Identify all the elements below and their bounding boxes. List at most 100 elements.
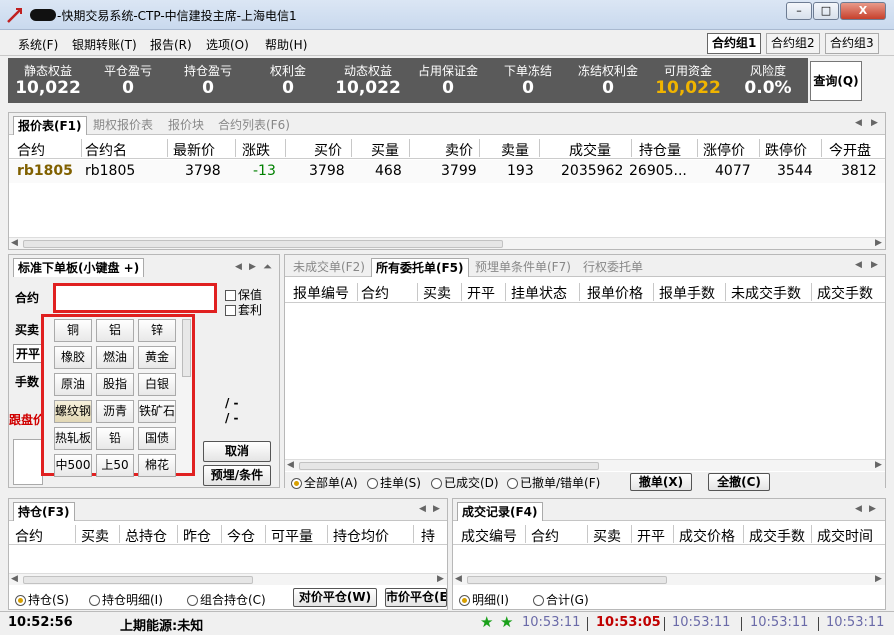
quote-header: 跌停价 [765,143,807,159]
order-tab-left-icon[interactable]: ◀ [235,262,242,272]
tab-contract-list[interactable]: 合约列表(F6) [214,116,294,135]
commodity-key[interactable]: 中500 [54,454,92,477]
positions-header: 买卖 [81,529,109,545]
orders-tab-right-icon[interactable]: ▶ [871,260,878,270]
positions-tabstrip: 持仓(F3) ◀ ▶ [9,499,447,521]
counter-price-close-button[interactable]: 对价平仓(W) [293,588,377,607]
orders-panel: 未成交单(F2) 所有委托单(F5) 预埋单条件单(F7) 行权委托单 ◀ ▶ … [284,254,886,491]
stat-premium: 权利金 0 [269,64,306,98]
keyboard-scrollbar[interactable] [182,319,191,377]
quote-header: 今开盘 [829,143,871,159]
tab-unfilled-orders[interactable]: 未成交单(F2) [289,258,369,277]
status-bar: 10:52:56 上期能源:未知 ★ ★ 10:53:11 10:53:05 1… [0,611,894,635]
commodity-key[interactable]: 橡胶 [54,346,92,369]
arbitrage-checkbox[interactable]: 套利 [225,301,262,318]
commodity-key[interactable]: 股指 [96,373,134,396]
positions-detail-radio[interactable]: 持仓明细(I) [89,591,163,608]
table-row[interactable]: rb1805 rb1805 3798 -13 3798 468 3799 193… [9,160,885,183]
orders-header: 报单价格 [587,286,643,302]
cancel-all-button[interactable]: 全撤(C) [708,473,770,491]
openclose-label[interactable]: 开平 [13,344,44,363]
commodity-key[interactable]: 黄金 [138,346,176,369]
menu-help[interactable]: 帮助(H) [265,36,307,53]
cancel-order-x-button[interactable]: 撤单(X) [630,473,692,491]
tab-trade-records[interactable]: 成交记录(F4) [457,502,543,521]
positions-tab-right-icon[interactable]: ▶ [433,504,440,514]
tab-scroll-left-icon[interactable]: ◀ [855,118,862,128]
commodity-key[interactable]: 铜 [54,319,92,342]
tab-exercise-orders[interactable]: 行权委托单 [579,258,647,277]
quote-header: 最新价 [173,143,215,159]
orders-header: 买卖 [423,286,451,302]
tab-all-orders[interactable]: 所有委托单(F5) [371,258,469,277]
commodity-key[interactable]: 螺纹钢 [54,400,92,423]
menu-options[interactable]: 选项(O) [206,36,249,53]
orders-tab-left-icon[interactable]: ◀ [855,260,862,270]
commodity-key[interactable]: 棉花 [138,454,176,477]
tab-quote-block[interactable]: 报价块 [164,116,208,135]
quote-header: 涨跌 [242,143,270,159]
commodity-key[interactable]: 热轧板 [54,427,92,450]
quote-header: 合约 [17,143,45,159]
local-clock: 10:52:56 [8,615,73,630]
orders-hscroll[interactable]: ◀ ▶ [285,459,885,471]
tab-standard-order[interactable]: 标准下单板(小键盘 +) [13,258,145,277]
commodity-key[interactable]: 上50 [96,454,134,477]
tab-quote-table[interactable]: 报价表(F1) [13,116,87,135]
query-button[interactable]: 查询(Q) [810,61,862,101]
collapse-icon[interactable]: ⏶ [263,260,272,274]
quote-header-row: 合约 合约名 最新价 涨跌 买价 买量 卖价 卖量 成交量 持仓量 涨停价 跌停… [9,137,885,159]
server-time-2: 10:53:05 [596,615,661,630]
quote-header: 涨停价 [703,143,745,159]
cancel-order-button[interactable]: 取消 [203,441,271,462]
order-tab-right-icon[interactable]: ▶ [249,262,256,272]
stat-frozen-premium: 冻结权利金 0 [577,64,638,98]
positions-tab-left-icon[interactable]: ◀ [419,504,426,514]
trades-hscroll[interactable]: ◀ ▶ [453,573,885,585]
tab-option-quotes[interactable]: 期权报价表 [89,116,157,135]
market-price-close-button[interactable]: 市价平仓(E) [385,588,447,607]
commodity-key[interactable]: 铅 [96,427,134,450]
commodity-key[interactable]: 锌 [138,319,176,342]
orders-header: 开平 [467,286,495,302]
quote-hscroll[interactable]: ◀ ▶ [9,237,885,249]
trades-tab-right-icon[interactable]: ▶ [869,504,876,514]
commodity-key[interactable]: 铁矿石 [138,400,176,423]
commodity-key[interactable]: 原油 [54,373,92,396]
commodity-key[interactable]: 国债 [138,427,176,450]
trades-detail-radio[interactable]: 明细(I) [459,591,509,608]
filter-cancelled-radio[interactable]: 已撤单/错单(F) [507,474,600,491]
contract-input[interactable] [53,283,217,313]
menu-report[interactable]: 报告(R) [150,36,192,53]
menu-system[interactable]: 系统(F) [18,36,58,53]
minimize-button[interactable]: – [786,2,812,20]
positions-summary-radio[interactable]: 持仓(S) [15,591,69,608]
tab-scroll-right-icon[interactable]: ▶ [871,118,878,128]
maximize-button[interactable]: □ [813,2,839,20]
filter-filled-radio[interactable]: 已成交(D) [431,474,499,491]
menu-bank-transfer[interactable]: 银期转账(T) [72,36,137,53]
trades-tab-left-icon[interactable]: ◀ [855,504,862,514]
positions-hscroll[interactable]: ◀ ▶ [9,573,447,585]
tab-preorders[interactable]: 预埋单条件单(F7) [471,258,575,277]
app-logo-icon [6,6,24,24]
contract-group-3-tab[interactable]: 合约组3 [825,33,879,54]
preorder-condition-button[interactable]: 预埋/条件 [203,465,271,486]
trades-total-radio[interactable]: 合计(G) [533,591,589,608]
filter-pending-radio[interactable]: 挂单(S) [367,474,421,491]
commodity-key[interactable]: 沥青 [96,400,134,423]
positions-header: 持仓均价 [333,529,389,545]
contract-group-1-tab[interactable]: 合约组1 [707,33,762,54]
commodity-key[interactable]: 白银 [138,373,176,396]
commodity-key[interactable]: 铝 [96,319,134,342]
stat-order-frozen: 下单冻结 0 [503,64,552,98]
filter-all-radio[interactable]: 全部单(A) [291,474,358,491]
positions-header: 可平量 [271,529,313,545]
close-button[interactable]: X [840,2,886,20]
quote-header: 卖价 [445,143,473,159]
price-ratio-2: / - [225,411,239,425]
commodity-key[interactable]: 燃油 [96,346,134,369]
tab-positions[interactable]: 持仓(F3) [13,502,75,521]
contract-group-2-tab[interactable]: 合约组2 [766,33,820,54]
combo-positions-radio[interactable]: 组合持仓(C) [187,591,266,608]
